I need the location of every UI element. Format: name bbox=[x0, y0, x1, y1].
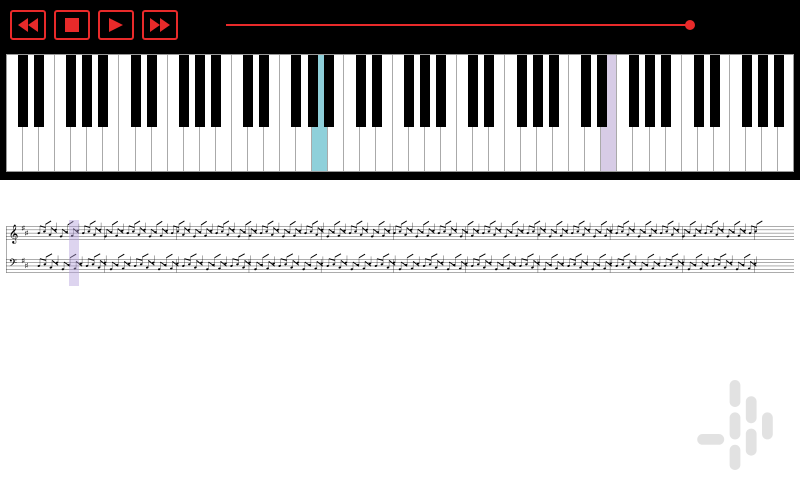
black-key[interactable] bbox=[694, 55, 704, 127]
play-icon bbox=[109, 18, 123, 32]
black-key[interactable] bbox=[356, 55, 366, 127]
black-key[interactable] bbox=[581, 55, 591, 127]
black-key[interactable] bbox=[468, 55, 478, 127]
music-notation: 𝄞 ♯♯ 𝄢 ♯♯ bbox=[6, 220, 794, 286]
black-key[interactable] bbox=[758, 55, 768, 127]
play-button[interactable] bbox=[98, 10, 134, 40]
black-key[interactable] bbox=[211, 55, 221, 127]
black-key[interactable] bbox=[195, 55, 205, 127]
fast-forward-icon bbox=[150, 18, 170, 32]
black-key[interactable] bbox=[661, 55, 671, 127]
piano-keyboard-container bbox=[0, 50, 800, 180]
progress-bar[interactable] bbox=[226, 24, 690, 26]
black-key[interactable] bbox=[372, 55, 382, 127]
sheet-music[interactable]: 𝄞 ♯♯ 𝄢 ♯♯ bbox=[6, 220, 794, 286]
stop-icon bbox=[65, 18, 79, 32]
piano-keyboard[interactable] bbox=[6, 54, 794, 172]
black-key[interactable] bbox=[147, 55, 157, 127]
svg-text:♯: ♯ bbox=[22, 225, 25, 232]
black-key[interactable] bbox=[484, 55, 494, 127]
svg-text:𝄞: 𝄞 bbox=[9, 224, 19, 244]
black-key[interactable] bbox=[742, 55, 752, 127]
svg-text:𝄢: 𝄢 bbox=[9, 257, 17, 272]
black-key[interactable] bbox=[436, 55, 446, 127]
rewind-icon bbox=[18, 18, 38, 32]
black-key[interactable] bbox=[404, 55, 414, 127]
black-key[interactable] bbox=[645, 55, 655, 127]
progress-knob[interactable] bbox=[685, 20, 695, 30]
black-key[interactable] bbox=[131, 55, 141, 127]
svg-text:♯: ♯ bbox=[22, 258, 25, 265]
black-key[interactable] bbox=[98, 55, 108, 127]
black-key[interactable] bbox=[179, 55, 189, 127]
black-key[interactable] bbox=[243, 55, 253, 127]
black-key[interactable] bbox=[308, 55, 318, 127]
fast-forward-button[interactable] bbox=[142, 10, 178, 40]
black-key[interactable] bbox=[291, 55, 301, 127]
black-key[interactable] bbox=[34, 55, 44, 127]
black-key[interactable] bbox=[324, 55, 334, 127]
sheet-music-area: 𝄞 ♯♯ 𝄢 ♯♯ bbox=[0, 180, 800, 360]
black-key[interactable] bbox=[18, 55, 28, 127]
playback-cursor bbox=[69, 220, 79, 286]
black-key[interactable] bbox=[597, 55, 607, 127]
black-key[interactable] bbox=[629, 55, 639, 127]
black-key[interactable] bbox=[66, 55, 76, 127]
black-key[interactable] bbox=[549, 55, 559, 127]
svg-text:♯: ♯ bbox=[25, 263, 28, 270]
black-key[interactable] bbox=[259, 55, 269, 127]
stop-button[interactable] bbox=[54, 10, 90, 40]
black-key[interactable] bbox=[517, 55, 527, 127]
black-key[interactable] bbox=[774, 55, 784, 127]
svg-text:♯: ♯ bbox=[25, 230, 28, 237]
logo-icon bbox=[690, 380, 780, 470]
black-key[interactable] bbox=[710, 55, 720, 127]
rewind-button[interactable] bbox=[10, 10, 46, 40]
black-key[interactable] bbox=[420, 55, 430, 127]
player-bar bbox=[0, 0, 800, 50]
app-watermark bbox=[690, 380, 780, 470]
black-key[interactable] bbox=[82, 55, 92, 127]
black-key[interactable] bbox=[533, 55, 543, 127]
